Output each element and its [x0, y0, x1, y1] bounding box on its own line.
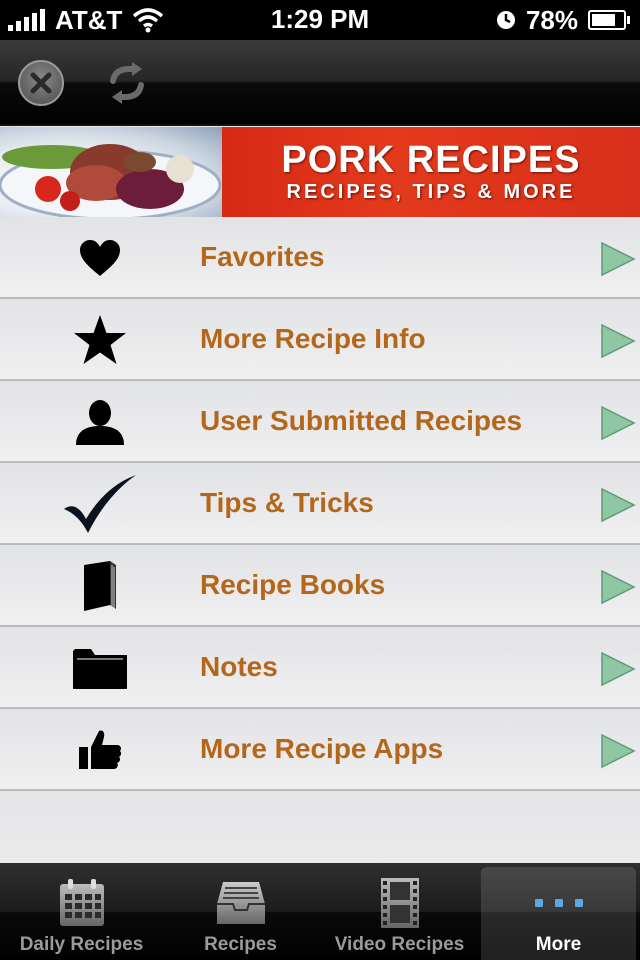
folder-icon	[60, 638, 140, 698]
menu-item-label: More Recipe Info	[200, 323, 426, 354]
chevron-right-icon	[601, 569, 636, 605]
chevron-right-icon	[601, 241, 636, 277]
refresh-button[interactable]	[104, 60, 150, 106]
inbox-tray-icon	[163, 875, 318, 931]
signal-strength-icon	[8, 9, 45, 31]
star-icon	[60, 310, 140, 370]
app-screen: AT&T 1:29 PM 78% PORK RECIPES RECIPES, T…	[0, 0, 640, 960]
menu-item-label: Favorites	[200, 241, 325, 272]
menu-item-notes[interactable]: Notes	[0, 627, 640, 709]
user-icon	[60, 392, 140, 452]
status-right: 78%	[496, 5, 630, 36]
menu-item-label: User Submitted Recipes	[200, 405, 523, 436]
list-empty-space	[0, 791, 640, 863]
tab-video-recipes[interactable]: Video Recipes	[322, 867, 477, 960]
chevron-right-icon	[601, 733, 636, 769]
banner-food-image	[0, 127, 222, 217]
status-left: AT&T	[8, 5, 164, 36]
heart-icon	[60, 228, 140, 288]
checkmark-icon	[60, 474, 140, 534]
menu-item-more-recipe-info[interactable]: More Recipe Info	[0, 299, 640, 381]
menu-item-favorites[interactable]: Favorites	[0, 217, 640, 299]
close-icon	[30, 72, 52, 94]
banner-subtitle: RECIPES, TIPS & MORE	[286, 181, 576, 203]
more-dots-icon	[481, 875, 636, 931]
calendar-icon	[4, 875, 159, 931]
menu-item-recipe-books[interactable]: Recipe Books	[0, 545, 640, 627]
close-button[interactable]	[18, 60, 64, 106]
tab-label: Video Recipes	[334, 934, 465, 955]
film-icon	[322, 875, 477, 931]
tab-label: More	[535, 934, 582, 955]
alarm-clock-icon	[496, 11, 515, 29]
menu-item-more-recipe-apps[interactable]: More Recipe Apps	[0, 709, 640, 791]
menu-list: Favorites More Recipe Info User Submitte…	[0, 217, 640, 791]
menu-item-label: Tips & Tricks	[200, 487, 374, 518]
menu-item-label: Notes	[200, 651, 278, 682]
chevron-right-icon	[601, 405, 636, 441]
book-icon	[60, 556, 140, 616]
banner-text: PORK RECIPES RECIPES, TIPS & MORE	[222, 127, 640, 217]
tab-label: Recipes	[204, 934, 277, 955]
carrier-name: AT&T	[55, 4, 123, 35]
battery-icon	[588, 10, 630, 30]
menu-item-label: Recipe Books	[200, 569, 386, 600]
chevron-right-icon	[601, 323, 636, 359]
menu-item-label: More Recipe Apps	[200, 733, 444, 764]
refresh-icon	[110, 62, 144, 104]
banner: PORK RECIPES RECIPES, TIPS & MORE	[0, 127, 640, 217]
chevron-right-icon	[601, 651, 636, 687]
menu-item-user-submitted-recipes[interactable]: User Submitted Recipes	[0, 381, 640, 463]
top-toolbar	[0, 40, 640, 126]
tab-more[interactable]: More	[481, 867, 636, 960]
chevron-right-icon	[601, 487, 636, 523]
status-bar: AT&T 1:29 PM 78%	[0, 0, 640, 40]
tab-recipes[interactable]: Recipes	[163, 867, 318, 960]
wifi-icon	[133, 8, 164, 33]
tab-bar: Daily Recipes Recipes Video Recipes More	[0, 863, 640, 960]
battery-percent: 78%	[525, 4, 578, 35]
thumbs-up-icon	[60, 720, 140, 780]
menu-item-tips-tricks[interactable]: Tips & Tricks	[0, 463, 640, 545]
tab-label: Daily Recipes	[19, 934, 144, 955]
banner-title: PORK RECIPES	[281, 139, 581, 181]
tab-daily-recipes[interactable]: Daily Recipes	[4, 867, 159, 960]
